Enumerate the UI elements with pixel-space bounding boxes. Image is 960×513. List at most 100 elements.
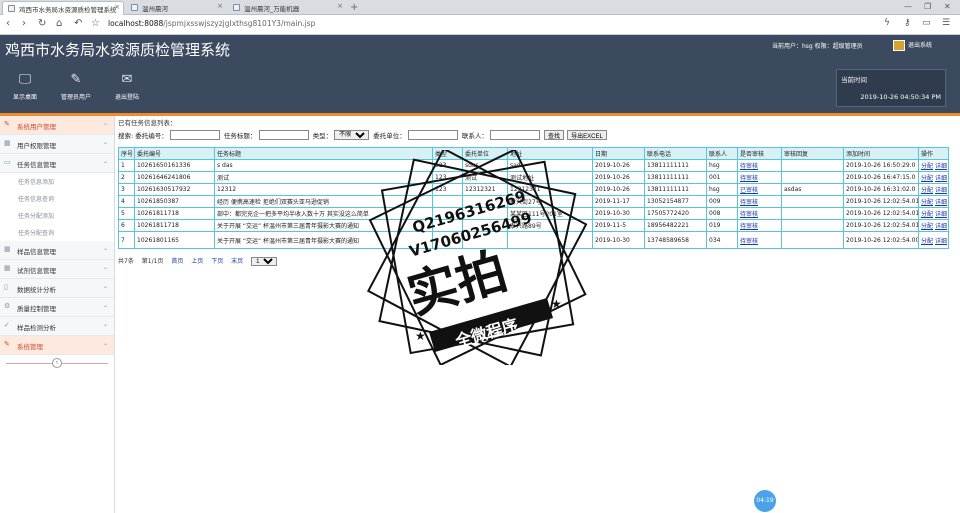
review-status-link[interactable]: 待审核 (740, 163, 758, 170)
table-cell: 10261650161336 (134, 159, 215, 172)
export-excel-button[interactable]: 导出EXCEL (567, 130, 607, 140)
detail-link[interactable]: 详细 (935, 187, 947, 194)
url-path: /jspmjxsswjszyzjgIxthsg8101Y3/main.jsp (163, 19, 316, 28)
logout-button[interactable]: 退出系统 (893, 40, 939, 54)
row-actions: 分配 详细 (918, 171, 949, 184)
table-cell (781, 171, 844, 184)
table-cell (462, 231, 508, 249)
minimize-icon[interactable]: — (904, 2, 912, 11)
collapse-sidebar-icon[interactable]: ‹ (52, 358, 62, 368)
detail-link[interactable]: 详细 (935, 211, 947, 218)
table-cell: 17505772420 (644, 207, 707, 220)
sidebar-subitem-assign-query[interactable]: 任务分配查询 (0, 224, 114, 241)
flash-icon[interactable]: ϟ (884, 18, 890, 28)
review-status-link[interactable]: 待审核 (740, 238, 758, 245)
detail-link[interactable]: 详细 (935, 175, 947, 182)
undo-icon[interactable]: ↶ (74, 18, 82, 29)
review-status-link[interactable]: 待审核 (740, 175, 758, 182)
review-status-link[interactable]: 待审核 (740, 199, 758, 206)
browser-tab-active[interactable]: 鸡西市水务局水资源质检管理系统 × (2, 1, 124, 15)
pager-next-link[interactable]: 下页 (211, 258, 223, 265)
back-icon[interactable]: ‹ (6, 18, 10, 29)
nav-admin-user[interactable]: ✎ 管理员用户 (51, 72, 101, 101)
table-cell (432, 195, 463, 208)
assign-link[interactable]: 分配 (921, 238, 933, 245)
column-header: 联系电话 (644, 147, 707, 160)
table-cell (432, 207, 463, 220)
review-status-link[interactable]: 待审核 (740, 211, 758, 218)
reader-icon[interactable]: ▭ (922, 18, 931, 28)
bookmark-star-icon[interactable]: ☆ (91, 18, 100, 29)
assign-link[interactable]: 分配 (921, 187, 933, 194)
nav-show-desktop[interactable]: 🖵 显示桌面 (0, 72, 50, 101)
table-cell: 12312321 (462, 183, 508, 196)
sidebar-item-user-permissions[interactable]: ▦ 用户权限管理 ⌄ (0, 135, 114, 154)
detail-link[interactable]: 详细 (935, 163, 947, 170)
task-title-input[interactable] (258, 130, 309, 140)
nav-logout[interactable]: ✉ 退出登陆 (102, 72, 152, 101)
table-header-row: 序号 委托编号 任务标题 类型 委托单位 地址 日期 联系电话 联系人 是否审核 审核回复 添加时间操… (118, 147, 949, 160)
table-cell (781, 195, 844, 208)
sidebar-item-system-management[interactable]: ✎ 系统管理 ⌄ (0, 336, 114, 355)
sidebar-subitem-task-query[interactable]: 任务信息查询 (0, 190, 114, 207)
sidebar-item-sample-info[interactable]: ▦ 样品信息管理 ⌄ (0, 241, 114, 260)
home-icon[interactable]: ⌂ (56, 18, 62, 29)
entrust-unit-input[interactable] (407, 130, 458, 140)
key-icon[interactable]: ⚷ (904, 18, 911, 28)
review-status-cell: 待审核 (737, 231, 782, 249)
column-header: 类型 (432, 147, 463, 160)
table-cell: 某某区111号201室 (507, 207, 593, 220)
close-tab-icon[interactable]: × (217, 2, 223, 10)
new-tab-button[interactable]: + (350, 2, 358, 13)
assign-link[interactable]: 分配 (921, 175, 933, 182)
sidebar-item-system-users[interactable]: ✎ 系统用户管理 ⌄ (0, 116, 114, 135)
sidebar-subitem-assign-add[interactable]: 任务分配添加 (0, 207, 114, 224)
forward-icon[interactable]: › (22, 18, 26, 29)
sidebar-item-sample-analysis[interactable]: ✓ 样品检测分析 ⌄ (0, 317, 114, 336)
entrust-no-input[interactable] (169, 130, 220, 140)
table-row: 1 10261650161336 s das 123 sdas sad 2019-10-26… (118, 159, 949, 172)
close-tab-icon[interactable]: × (337, 2, 343, 10)
column-header: 委托单位 (462, 147, 508, 160)
sidebar-item-reagent-info[interactable]: ▦ 试剂信息管理 ⌄ (0, 260, 114, 279)
current-user-info: 当前用户：hsg 权限：超级管理员 (772, 43, 863, 50)
reload-icon[interactable]: ↻ (38, 18, 46, 29)
sidebar-item-quality-control[interactable]: ⚙ 质量控制管理 ⌄ (0, 298, 114, 317)
table-cell: 2019-10-26 (592, 159, 645, 172)
pager-last-link[interactable]: 末页 (231, 258, 243, 265)
window-close-icon[interactable]: ✕ (944, 2, 951, 11)
pager-first-link[interactable]: 首页 (171, 258, 183, 265)
table-cell (781, 159, 844, 172)
search-button[interactable]: 查找 (544, 130, 565, 140)
page-select[interactable]: 1 (251, 257, 278, 266)
sidebar-item-statistics[interactable]: ▯ 数据统计分析 ⌄ (0, 279, 114, 298)
url-field[interactable]: localhost:8088/jspmjxsswjszyzjgIxthsg810… (108, 19, 315, 28)
browser-tab[interactable]: 温州晨河_万能机器 × (228, 1, 346, 15)
review-status-link[interactable]: 待审核 (740, 223, 758, 230)
assign-link[interactable]: 分配 (921, 223, 933, 230)
column-header: 审核回复 (781, 147, 844, 160)
sidebar-item-task-info[interactable]: ▭ 任务信息管理 ⌄ (0, 154, 114, 173)
detail-link[interactable]: 详细 (935, 238, 947, 245)
review-status-link[interactable]: 已审核 (740, 187, 758, 194)
assign-link[interactable]: 分配 (921, 211, 933, 218)
table-cell: 测试地址 (507, 171, 593, 184)
clock-badge[interactable]: 04:19 (754, 490, 776, 512)
folder-icon: ▭ (4, 158, 11, 166)
pager-total: 共7条 (118, 258, 134, 265)
assign-link[interactable]: 分配 (921, 163, 933, 170)
restore-icon[interactable]: ❐ (924, 2, 931, 11)
pager-prev-link[interactable]: 上页 (191, 258, 203, 265)
sidebar-subitem-task-add[interactable]: 任务信息添加 (0, 173, 114, 190)
detail-link[interactable]: 详细 (935, 199, 947, 206)
column-header: 地址 (507, 147, 593, 160)
menu-icon[interactable]: ☰ (942, 18, 950, 28)
close-tab-icon[interactable]: × (114, 3, 120, 11)
contact-input[interactable] (489, 130, 540, 140)
table-cell: 泰兴路89号 (507, 219, 593, 232)
detail-link[interactable]: 详细 (935, 223, 947, 230)
table-cell: 6 (118, 219, 135, 232)
type-select[interactable]: 不限 (334, 130, 370, 140)
assign-link[interactable]: 分配 (921, 199, 933, 206)
browser-tab[interactable]: 温州晨河 × (126, 1, 226, 15)
